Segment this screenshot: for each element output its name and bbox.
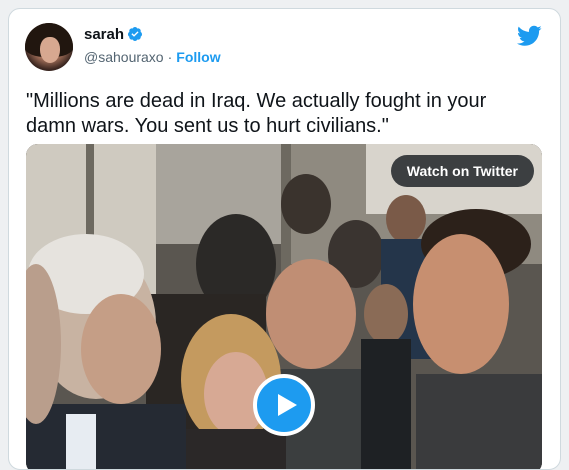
tweet-text: "Millions are dead in Iraq. We actually … — [26, 90, 487, 137]
handle-row: @sahouraxo · Follow — [84, 49, 221, 65]
tweet-card: sarah @sahouraxo · Follow "Millions are de… — [8, 8, 561, 470]
avatar[interactable] — [25, 23, 73, 71]
separator-dot: · — [167, 49, 173, 65]
twitter-bird-icon[interactable] — [517, 25, 542, 47]
video-thumbnail[interactable]: Watch on Twitter — [26, 144, 542, 469]
author-name[interactable]: sarah — [84, 26, 124, 43]
verified-badge-icon — [127, 27, 142, 41]
play-icon — [278, 394, 297, 416]
author-handle[interactable]: @sahouraxo — [84, 49, 164, 65]
follow-button[interactable]: Follow — [176, 49, 220, 65]
play-button[interactable] — [253, 374, 315, 436]
watch-on-twitter-button[interactable]: Watch on Twitter — [390, 155, 534, 187]
